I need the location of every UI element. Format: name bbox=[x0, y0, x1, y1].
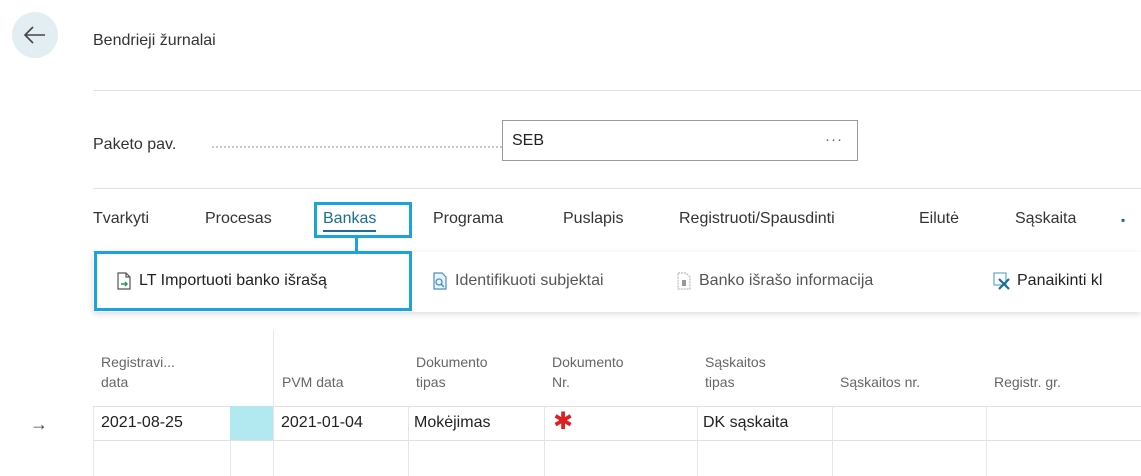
action-tabs: Tvarkyti Procesas Bankas Programa Puslap… bbox=[93, 204, 1141, 240]
tab-overflow[interactable]: ▪ bbox=[1121, 213, 1125, 227]
col-header-vat-date[interactable]: PVM data bbox=[282, 372, 343, 392]
grid-col-line bbox=[93, 406, 94, 476]
tab-eilute[interactable]: Eilutė bbox=[919, 210, 959, 228]
identify-icon bbox=[431, 272, 449, 290]
cell-posting-date[interactable]: 2021-08-25 bbox=[101, 414, 183, 432]
col-header-account-no[interactable]: Sąskaitos nr. bbox=[840, 372, 920, 392]
arrow-left-icon bbox=[24, 26, 45, 44]
lookup-button[interactable]: ··· bbox=[825, 131, 843, 148]
page-title: Bendrieji žurnalai bbox=[93, 32, 216, 49]
grid-row-line bbox=[93, 440, 1141, 441]
cell-doc-type[interactable]: Mokėjimas bbox=[414, 414, 490, 432]
batch-name-input[interactable]: SEB ··· bbox=[502, 120, 858, 161]
grid-col-line bbox=[986, 406, 987, 476]
tab-puslapis[interactable]: Puslapis bbox=[563, 210, 623, 228]
tab-programa[interactable]: Programa bbox=[433, 210, 503, 228]
col-header-posting-group[interactable]: Registr. gr. bbox=[994, 372, 1061, 392]
back-button[interactable] bbox=[12, 12, 58, 58]
tab-underline bbox=[323, 230, 377, 232]
field-divider bbox=[93, 188, 1141, 189]
grid-col-line bbox=[544, 406, 545, 476]
clear-x-icon bbox=[993, 272, 1011, 290]
col-header-doc-type[interactable]: Dokumento tipas bbox=[416, 352, 488, 392]
batch-name-value: SEB bbox=[512, 131, 545, 149]
selected-cell[interactable] bbox=[230, 406, 273, 440]
grid-col-line bbox=[697, 406, 698, 476]
tab-saskaita[interactable]: Sąskaita bbox=[1015, 210, 1076, 228]
identify-subjects-button[interactable]: Identifikuoti subjektai bbox=[431, 272, 604, 290]
import-bank-statement-button[interactable]: LT Importuoti banko išrašą bbox=[115, 272, 327, 290]
action-bar: LT Importuoti banko išrašą Identifikuoti… bbox=[93, 252, 1141, 312]
header-divider bbox=[93, 90, 1141, 91]
highlight-connector bbox=[355, 238, 358, 252]
col-header-account-type[interactable]: Sąskaitos tipas bbox=[705, 352, 766, 392]
tab-procesas[interactable]: Procesas bbox=[205, 210, 272, 228]
clear-errors-button[interactable]: Panaikinti kl bbox=[993, 272, 1102, 290]
cell-account-type[interactable]: DK sąskaita bbox=[703, 414, 788, 432]
document-info-icon bbox=[675, 272, 693, 290]
import-file-icon bbox=[115, 272, 133, 290]
tab-tvarkyti[interactable]: Tvarkyti bbox=[93, 210, 149, 228]
required-field-icon[interactable]: ✱ bbox=[553, 410, 573, 434]
tab-bankas[interactable]: Bankas bbox=[323, 210, 377, 232]
grid-col-line bbox=[273, 330, 274, 476]
batch-name-label: Paketo pav. bbox=[93, 136, 177, 153]
cell-vat-date[interactable]: 2021-01-04 bbox=[281, 414, 363, 432]
bank-statement-info-button[interactable]: Banko išrašo informacija bbox=[675, 272, 873, 290]
tab-registruoti-spausdinti[interactable]: Registruoti/Spausdinti bbox=[679, 210, 835, 228]
current-row-arrow-icon: → bbox=[30, 414, 48, 434]
grid-col-line bbox=[832, 406, 833, 476]
grid-col-line bbox=[408, 406, 409, 476]
field-dots bbox=[212, 146, 502, 148]
col-header-posting-date[interactable]: Registravi... data bbox=[101, 352, 175, 392]
col-header-doc-no[interactable]: Dokumento Nr. bbox=[552, 352, 624, 392]
